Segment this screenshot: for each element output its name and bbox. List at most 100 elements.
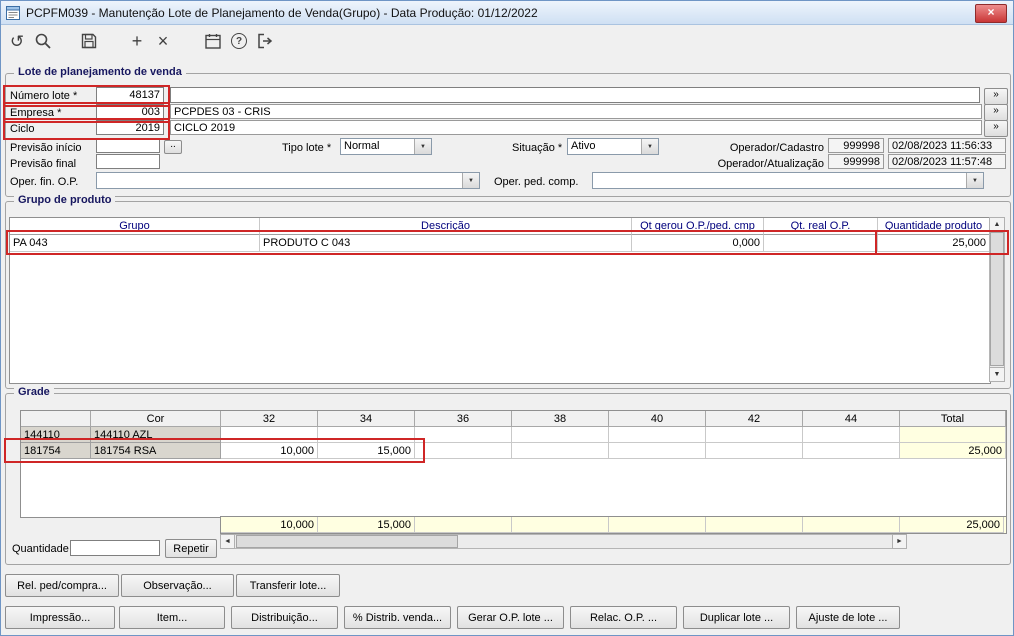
grade-table: Cor 32 34 36 38 40 42 44 Total 144110 14… <box>20 410 1007 518</box>
cell-size-44[interactable] <box>803 443 900 459</box>
lookup-button[interactable]: .. <box>164 140 182 154</box>
cell-total: 25,000 <box>900 443 1006 459</box>
numero-lote-label: Número lote * <box>10 90 78 102</box>
column-header-34: 34 <box>318 411 415 427</box>
gerar-op-lote-button[interactable]: Gerar O.P. lote ... <box>457 606 564 629</box>
save-button[interactable] <box>77 29 101 53</box>
transferir-lote-button[interactable]: Transferir lote... <box>236 574 340 597</box>
cell-descricao: PRODUTO C 043 <box>260 235 632 252</box>
item-button[interactable]: Item... <box>119 606 225 629</box>
search-button[interactable] <box>31 29 55 53</box>
situacao-select[interactable]: Ativo ▼ <box>567 138 659 155</box>
close-icon: × <box>987 5 995 19</box>
previsao-final-label: Previsão final <box>10 158 77 170</box>
total-size-38 <box>512 517 609 533</box>
arrow-up-icon: ▲ <box>993 221 1001 228</box>
scroll-down-button[interactable]: ▼ <box>989 367 1005 382</box>
cell-size-36[interactable] <box>415 443 512 459</box>
cell-size-36[interactable] <box>415 427 512 443</box>
scroll-right-button[interactable]: ► <box>892 534 907 549</box>
grupo-produto-header-row: Grupo Descrição Qt gerou O.P./ped. cmp Q… <box>10 218 990 235</box>
double-chevron-icon: » <box>993 121 999 132</box>
scroll-up-button[interactable]: ▲ <box>989 217 1005 232</box>
cell-cor: 144110 AZL <box>91 427 221 443</box>
distribuicao-button[interactable]: Distribuição... <box>231 606 338 629</box>
double-chevron-icon: » <box>993 89 999 100</box>
cell-size-40[interactable] <box>609 427 706 443</box>
tipo-lote-select[interactable]: Normal ▼ <box>340 138 432 155</box>
vscroll-thumb[interactable] <box>990 232 1004 366</box>
calendar-icon <box>203 31 223 51</box>
total-size-42 <box>706 517 803 533</box>
grade-header-row: Cor 32 34 36 38 40 42 44 Total <box>21 411 1006 427</box>
column-header-grupo: Grupo <box>10 218 260 235</box>
rel-ped-compra-button[interactable]: Rel. ped/compra... <box>5 574 119 597</box>
exit-button[interactable] <box>253 29 277 53</box>
delete-button[interactable]: × <box>151 29 175 53</box>
cell-size-40[interactable] <box>609 443 706 459</box>
grupo-produto-legend: Grupo de produto <box>14 194 116 206</box>
repetir-button[interactable]: Repetir <box>165 539 217 558</box>
expand-ciclo-button[interactable]: » <box>984 120 1008 137</box>
numero-lote-input[interactable] <box>96 87 164 103</box>
column-header-40: 40 <box>609 411 706 427</box>
operador-cadastro-codigo: 999998 <box>828 138 884 153</box>
cell-size-32[interactable] <box>221 427 318 443</box>
expand-lote-button[interactable]: » <box>984 88 1008 105</box>
grade-empty-area <box>21 459 1006 517</box>
hscroll-thumb[interactable] <box>236 535 458 548</box>
grade-fieldset: Grade Cor 32 34 36 38 40 42 44 Total 144… <box>5 386 1011 565</box>
calendar-button[interactable] <box>201 29 225 53</box>
cell-size-34[interactable] <box>318 427 415 443</box>
column-header-quantidade: Quantidade produto <box>878 218 990 235</box>
chevron-down-icon: ▼ <box>462 173 479 188</box>
close-button[interactable]: × <box>975 4 1007 23</box>
cell-codigo: 181754 <box>21 443 91 459</box>
relac-op-button[interactable]: Relac. O.P. ... <box>570 606 677 629</box>
column-header-42: 42 <box>706 411 803 427</box>
dots-icon: .. <box>170 139 176 150</box>
empresa-label: Empresa * <box>10 107 62 119</box>
cell-size-38[interactable] <box>512 443 609 459</box>
lote-descricao-input[interactable] <box>170 87 980 103</box>
column-header-38: 38 <box>512 411 609 427</box>
cell-size-44[interactable] <box>803 427 900 443</box>
add-button[interactable]: + <box>125 29 149 53</box>
table-row[interactable]: PA 043 PRODUTO C 043 0,000 25,000 <box>10 235 990 252</box>
cell-size-42[interactable] <box>706 443 803 459</box>
grade-row[interactable]: 144110 144110 AZL <box>21 427 1006 443</box>
refresh-button[interactable]: ↺ <box>5 29 29 53</box>
lote-legend: Lote de planejamento de venda <box>14 66 186 78</box>
chevron-down-icon: ▼ <box>414 139 431 154</box>
expand-empresa-button[interactable]: » <box>984 104 1008 121</box>
cell-size-38[interactable] <box>512 427 609 443</box>
situacao-label: Situação * <box>512 142 563 154</box>
x-icon: × <box>157 31 169 51</box>
cell-size-42[interactable] <box>706 427 803 443</box>
scroll-left-button[interactable]: ◄ <box>220 534 235 549</box>
observacao-button[interactable]: Observação... <box>121 574 234 597</box>
duplicar-lote-button[interactable]: Duplicar lote ... <box>683 606 790 629</box>
column-header-32: 32 <box>221 411 318 427</box>
ajuste-de-lote-button[interactable]: Ajuste de lote ... <box>796 606 900 629</box>
help-button[interactable]: ? <box>227 29 251 53</box>
cell-size-34[interactable]: 15,000 <box>318 443 415 459</box>
previsao-final-input[interactable] <box>96 154 160 169</box>
grade-row[interactable]: 181754 181754 RSA 10,000 15,000 25,000 <box>21 443 1006 459</box>
title-bar[interactable]: PCPFM039 - Manutenção Lote de Planejamen… <box>1 1 1013 25</box>
impressao-button[interactable]: Impressão... <box>5 606 115 629</box>
app-icon <box>5 5 21 21</box>
distrib-venda-button[interactable]: % Distrib. venda... <box>344 606 451 629</box>
oper-fin-op-select[interactable]: ▼ <box>96 172 480 189</box>
oper-ped-comp-select[interactable]: ▼ <box>592 172 984 189</box>
save-icon <box>79 31 99 51</box>
empresa-input[interactable] <box>96 104 164 119</box>
arrow-left-icon: ◄ <box>224 538 231 545</box>
previsao-inicio-input[interactable] <box>96 138 160 153</box>
cell-size-32[interactable]: 10,000 <box>221 443 318 459</box>
quantidade-input[interactable] <box>70 540 160 556</box>
ciclo-input[interactable] <box>96 120 164 135</box>
cell-quantidade: 25,000 <box>878 235 990 252</box>
column-header-qt-real: Qt. real O.P. <box>764 218 878 235</box>
oper-ped-comp-label: Oper. ped. comp. <box>494 176 579 188</box>
